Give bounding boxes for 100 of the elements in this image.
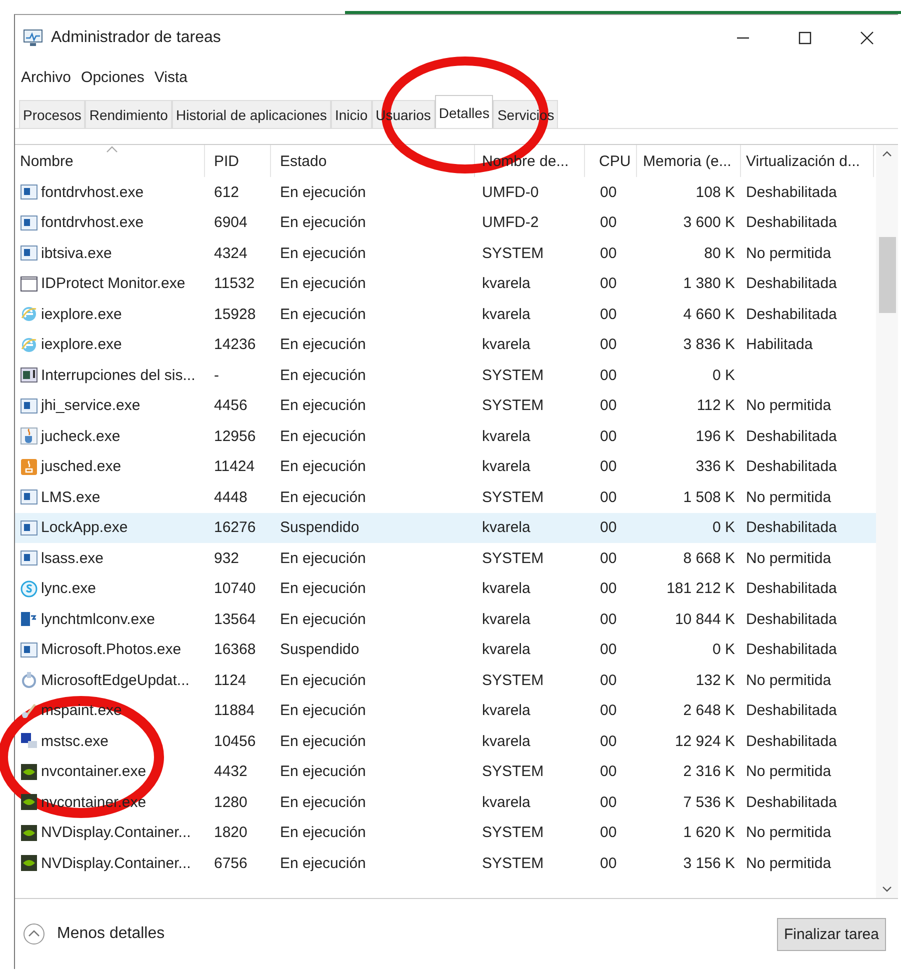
fewer-details-button[interactable]: Menos detalles: [23, 923, 165, 945]
cpu-cell: 00: [600, 336, 617, 354]
app-window-icon: [20, 214, 38, 232]
status-cell: En ejecución: [280, 854, 366, 872]
end-task-button[interactable]: Finalizar tarea: [776, 918, 886, 950]
table-row[interactable]: iexplore.exe 15928 En ejecución kvarela 00 4 660 K Deshabilitada: [15, 299, 876, 330]
table-row[interactable]: mstsc.exe 10456 En ejecución kvarela 00 12 924 K Deshabilitada: [15, 726, 876, 756]
table-row[interactable]: fontdrvhost.exe 6904 En ejecución UMFD-2 00 3 600 K Deshabilitada: [15, 208, 876, 238]
blank-window-icon: [20, 274, 38, 293]
menu-item[interactable]: Archivo: [21, 68, 72, 86]
memory-cell: 3 600 K: [683, 214, 735, 232]
chat-s-icon: [20, 580, 38, 598]
tab[interactable]: Historial de aplicaciones: [172, 100, 331, 128]
status-cell: En ejecución: [280, 306, 366, 323]
table-row[interactable]: NVDisplay.Container... 6756 En ejecución SYSTEM 00 3 156 K No permitida: [15, 848, 876, 878]
memory-cell: 2 648 K: [683, 702, 735, 720]
process-name: LMS.exe: [41, 488, 100, 506]
memory-cell: 1 620 K: [683, 824, 735, 842]
column-header[interactable]: Virtualización d...: [741, 145, 874, 177]
tab[interactable]: Procesos: [19, 100, 86, 128]
cpu-cell: 00: [600, 580, 617, 598]
status-cell: En ejecución: [280, 550, 366, 567]
update-icon: [20, 671, 38, 690]
user-cell: UMFD-0: [482, 184, 539, 201]
table-row[interactable]: iexplore.exe 14236 En ejecución kvarela 00 3 836 K Habilitada: [15, 330, 876, 360]
scroll-thumb[interactable]: [878, 237, 896, 313]
system-window-icon: [20, 366, 38, 384]
memory-cell: 3 156 K: [683, 854, 735, 872]
app-window-icon: [20, 488, 38, 506]
table-row[interactable]: jusched.exe 11424 En ejecución kvarela 00 336 K Deshabilitada: [15, 452, 876, 482]
user-cell: kvarela: [482, 519, 530, 536]
table-row[interactable]: nvcontainer.exe 4432 En ejecución SYSTEM 00 2 316 K No permitida: [15, 756, 876, 787]
cpu-cell: 00: [600, 763, 617, 780]
memory-cell: 4 660 K: [683, 306, 735, 323]
menu-item[interactable]: Opciones: [81, 68, 144, 86]
virtualization-cell: Deshabilitada: [746, 214, 837, 232]
user-cell: SYSTEM: [482, 763, 544, 780]
user-cell: kvarela: [482, 732, 530, 750]
cpu-cell: 00: [600, 214, 617, 232]
cpu-cell: 00: [600, 519, 617, 536]
table-row[interactable]: Microsoft.Photos.exe 16368 Suspendido kvarela 00 0 K Deshabilitada: [15, 634, 876, 665]
table-row[interactable]: IDProtect Monitor.exe 11532 En ejecución kvarela 00 1 380 K Deshabilitada: [15, 268, 876, 299]
process-name: lync.exe: [41, 580, 96, 598]
status-cell: En ejecución: [280, 794, 366, 811]
app-window-icon: [20, 396, 38, 415]
column-header[interactable]: Nombre: [15, 145, 205, 177]
virtualization-cell: Deshabilitada: [746, 580, 837, 598]
window-title: Administrador de tareas: [51, 29, 221, 47]
memory-cell: 7 536 K: [683, 794, 735, 811]
column-header[interactable]: Estado: [271, 145, 475, 177]
table-row[interactable]: ibtsiva.exe 4324 En ejecución SYSTEM 00 80 K No permitida: [15, 238, 876, 268]
tab[interactable]: Rendimiento: [85, 100, 172, 128]
memory-cell: 108 K: [696, 184, 735, 201]
pid-cell: 14236: [214, 336, 256, 354]
virtualization-cell: No permitida: [746, 488, 832, 506]
table-row[interactable]: lync.exe 10740 En ejecución kvarela 00 181 212 K Deshabilitada: [15, 574, 876, 604]
table-row[interactable]: jucheck.exe 12956 En ejecución kvarela 00 196 K Deshabilitada: [15, 421, 876, 452]
user-cell: SYSTEM: [482, 550, 544, 567]
table-row[interactable]: lynchtmlconv.exe 13564 En ejecución kvarela 00 10 844 K Deshabilitada: [15, 604, 876, 634]
pid-cell: 612: [214, 184, 240, 201]
status-cell: En ejecución: [280, 428, 366, 445]
memory-cell: 132 K: [696, 672, 735, 689]
table-row[interactable]: lsass.exe 932 En ejecución SYSTEM 00 8 668 K No permitida: [15, 543, 876, 574]
scrollbar[interactable]: [876, 145, 898, 898]
table-row[interactable]: LockApp.exe 16276 Suspendido kvarela 00 0 K Deshabilitada: [15, 512, 876, 543]
eye-logo-icon: [20, 824, 38, 842]
app-window-icon: [20, 518, 38, 537]
app-window-icon: [20, 549, 38, 568]
table-row[interactable]: LMS.exe 4448 En ejecución SYSTEM 00 1 508 K No permitida: [15, 482, 876, 512]
cpu-cell: 00: [600, 458, 617, 476]
pid-cell: 15928: [214, 306, 256, 323]
tab[interactable]: Detalles: [434, 95, 494, 128]
table-row[interactable]: jhi_service.exe 4456 En ejecución SYSTEM 00 112 K No permitida: [15, 390, 876, 421]
table-row[interactable]: MicrosoftEdgeUpdat... 1124 En ejecución SYSTEM 00 132 K No permitida: [15, 665, 876, 696]
status-cell: En ejecución: [280, 214, 366, 232]
user-cell: SYSTEM: [482, 244, 544, 262]
table-row[interactable]: NVDisplay.Container... 1820 En ejecución SYSTEM 00 1 620 K No permitida: [15, 818, 876, 848]
column-header[interactable]: PID: [205, 145, 271, 177]
status-cell: En ejecución: [280, 610, 366, 628]
scroll-up-icon: [882, 151, 892, 157]
pid-cell: 10456: [214, 732, 256, 750]
column-header[interactable]: Memoria (e...: [637, 145, 741, 177]
virtualization-cell: Deshabilitada: [746, 610, 837, 628]
app-window-icon: [20, 244, 38, 262]
table-row[interactable]: Interrupciones del sis... - En ejecución SYSTEM 00 0 K: [15, 360, 876, 390]
pid-cell: 16368: [214, 641, 256, 658]
tab[interactable]: Inicio: [330, 100, 372, 128]
status-cell: Suspendido: [280, 641, 360, 658]
pid-cell: -: [214, 366, 219, 384]
user-cell: kvarela: [482, 336, 530, 354]
virtualization-cell: No permitida: [746, 854, 832, 872]
status-cell: En ejecución: [280, 580, 366, 598]
user-cell: SYSTEM: [482, 824, 544, 842]
table-row[interactable]: fontdrvhost.exe 612 En ejecución UMFD-0 00 108 K Deshabilitada: [15, 177, 876, 208]
menu-item[interactable]: Vista: [154, 68, 188, 86]
column-header[interactable]: CPU: [585, 145, 637, 177]
close-icon: [860, 31, 874, 45]
pid-cell: 1124: [214, 672, 246, 689]
pid-cell: 4432: [214, 763, 248, 780]
user-cell: SYSTEM: [482, 672, 544, 689]
